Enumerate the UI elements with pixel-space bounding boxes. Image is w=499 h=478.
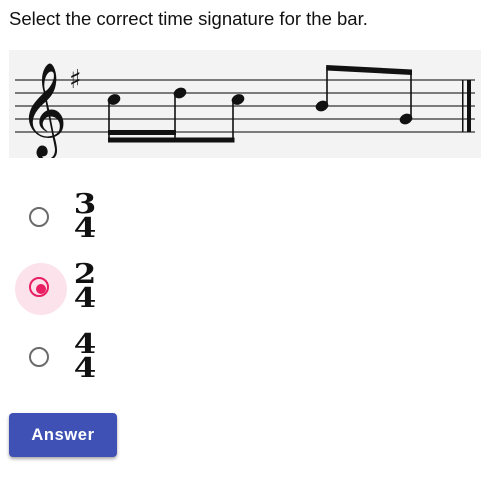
time-signature-2-4: 2 4 — [73, 261, 97, 315]
treble-clef-icon: 𝄞 — [19, 62, 67, 158]
radio-button[interactable] — [15, 333, 67, 385]
note-group-1 — [107, 87, 245, 143]
option-3-4[interactable]: 3 4 — [15, 191, 135, 245]
question-text: Select the correct time signature for th… — [9, 8, 368, 29]
time-signature-4-4: 4 4 — [73, 331, 97, 385]
radio-circle-icon — [29, 277, 49, 297]
beam — [326, 65, 412, 75]
music-staff: 𝄞 ♯ — [9, 50, 481, 158]
radio-circle-icon — [29, 207, 49, 227]
sharp-icon: ♯ — [69, 65, 82, 95]
option-4-4[interactable]: 4 4 — [15, 331, 135, 385]
beam — [108, 137, 235, 143]
denominator: 4 — [73, 353, 97, 384]
denominator: 4 — [73, 213, 97, 244]
radio-button-selected[interactable] — [15, 263, 67, 315]
svg-text:𝄞: 𝄞 — [19, 62, 67, 158]
radio-circle-icon — [29, 347, 49, 367]
note-group-2 — [315, 65, 413, 125]
radio-button[interactable] — [15, 193, 67, 245]
time-signature-3-4: 3 4 — [73, 191, 97, 245]
option-2-4[interactable]: 2 4 — [15, 261, 135, 315]
beam — [108, 130, 176, 135]
radio-dot-icon — [36, 284, 46, 294]
answer-button[interactable]: Answer — [9, 413, 117, 457]
denominator: 4 — [73, 283, 97, 314]
